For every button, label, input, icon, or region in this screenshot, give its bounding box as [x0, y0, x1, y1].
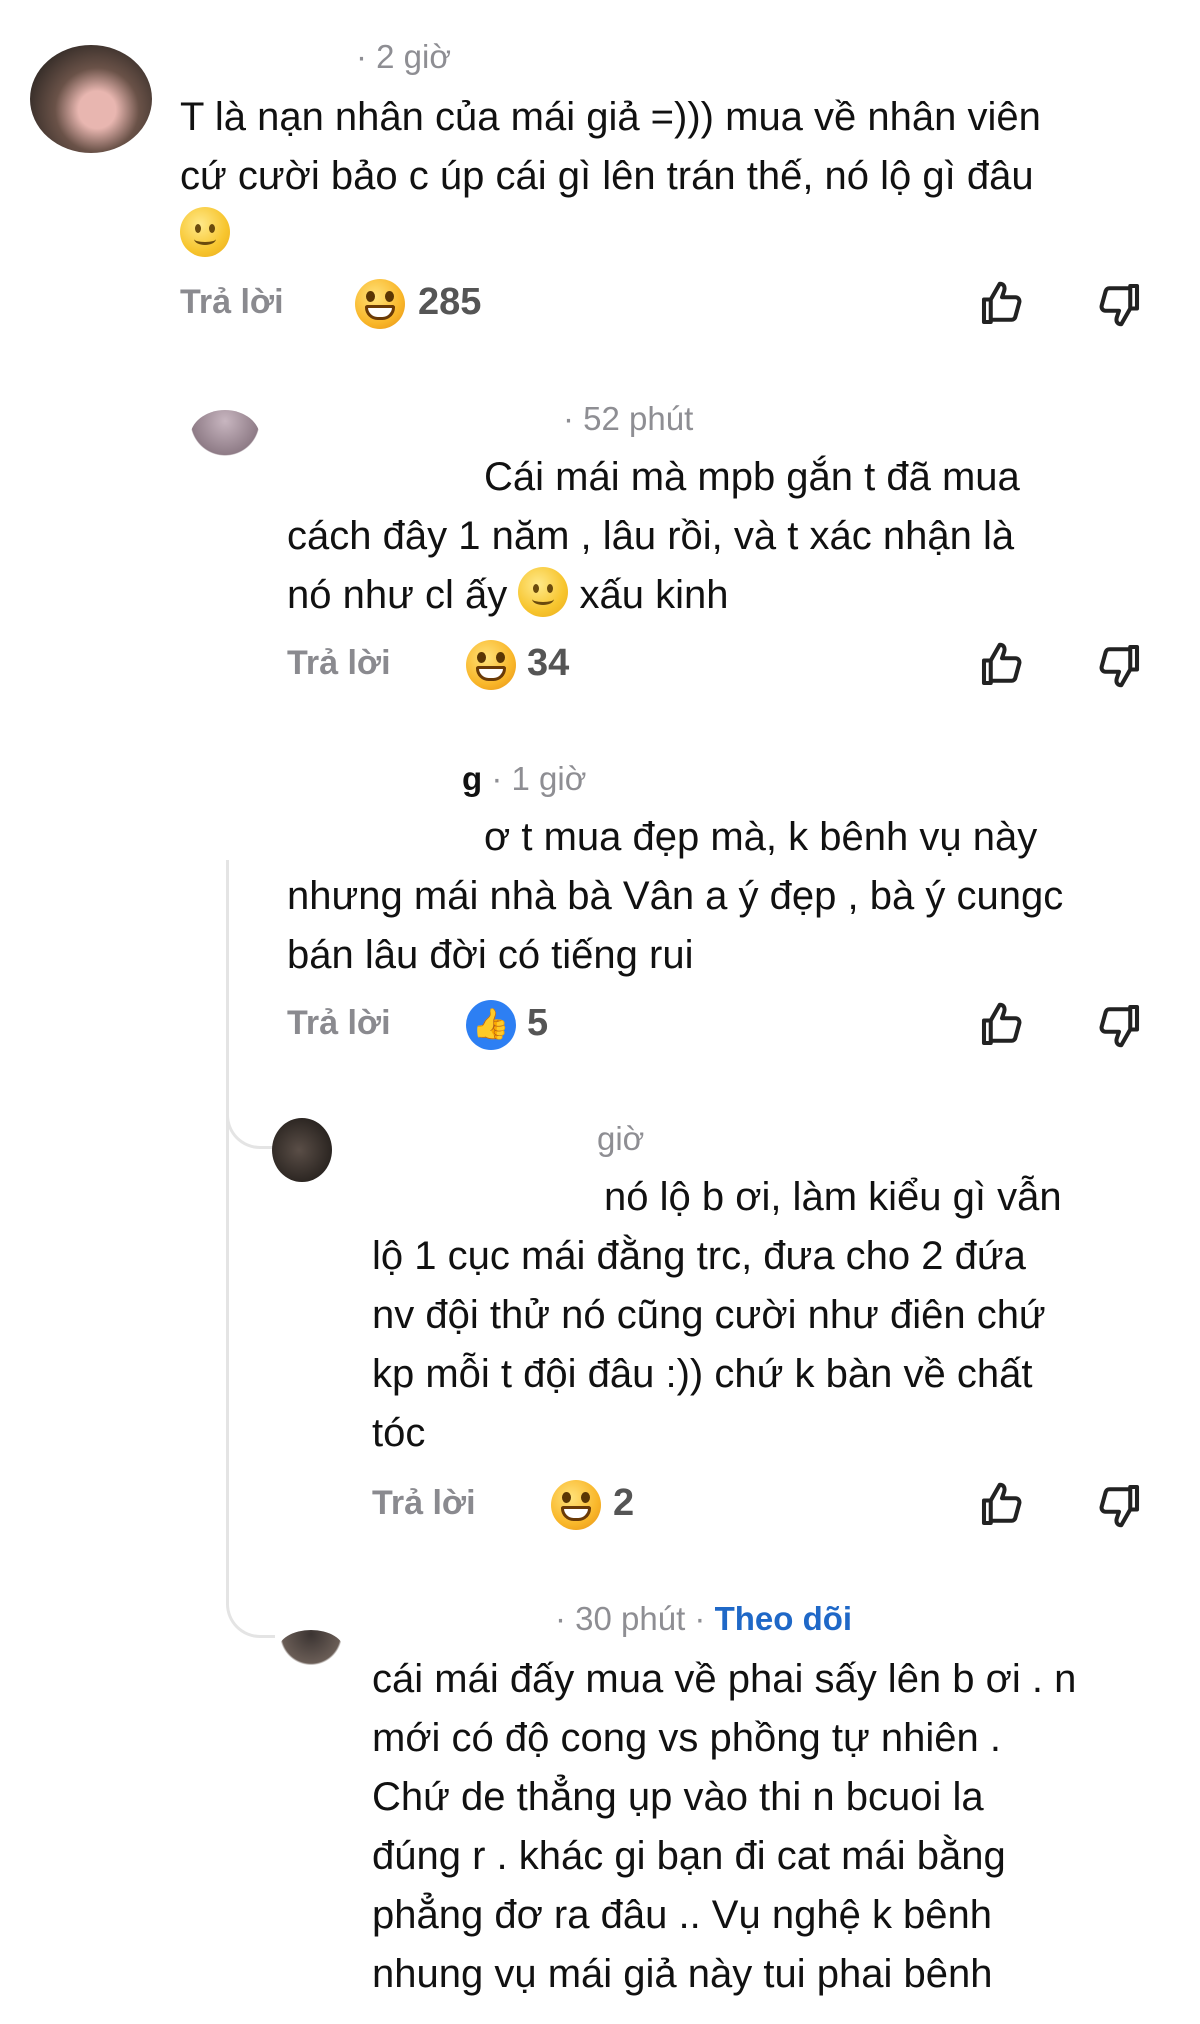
comment-time: · 2 giờ — [356, 38, 452, 75]
thread-line — [226, 860, 229, 1510]
avatar[interactable] — [190, 410, 260, 465]
comment-time: giờ — [597, 1120, 645, 1157]
thumbs-down-icon[interactable] — [1092, 638, 1146, 692]
thumbs-down-icon[interactable] — [1092, 998, 1146, 1052]
comment-text: nó lộ b ơi, làm kiểu gì vẫn lộ 1 cục mái… — [372, 1175, 1062, 1455]
avatar[interactable] — [272, 1118, 332, 1182]
follow-button[interactable]: Theo dõi — [715, 1600, 852, 1637]
reaction-count: 2 — [613, 1482, 635, 1524]
thumbs-up-icon[interactable] — [975, 998, 1029, 1052]
laugh-reaction-icon[interactable] — [466, 640, 516, 690]
comment-text: Cái mái mà mpb gắn t đã mua cách đây 1 n… — [287, 455, 1020, 617]
thumbs-up-icon[interactable] — [975, 277, 1029, 331]
avatar[interactable] — [30, 45, 152, 153]
laugh-reaction-icon[interactable] — [551, 1480, 601, 1530]
smile-emoji-icon — [180, 207, 230, 257]
reply-button[interactable]: Trả lời — [287, 644, 391, 683]
thumbs-up-icon[interactable] — [975, 638, 1029, 692]
like-reaction-icon[interactable]: 👍 — [466, 1000, 516, 1050]
reply-button[interactable]: Trả lời — [287, 1004, 391, 1043]
reaction-count: 5 — [527, 1002, 549, 1044]
laugh-reaction-icon[interactable] — [355, 279, 405, 329]
thumbs-up-icon[interactable] — [975, 1478, 1029, 1532]
comment-actions: Trả lời 👍 5 — [0, 996, 1200, 1056]
comment-text: T là nạn nhân của mái giả =))) mua về nh… — [180, 88, 1041, 265]
reply-button[interactable]: Trả lời — [180, 283, 284, 322]
comment-time: · 30 phút · Theo dõi — [555, 1600, 853, 1637]
smile-emoji-icon — [518, 567, 569, 617]
comment-time: g · 1 giờ — [462, 760, 587, 797]
thumbs-down-icon[interactable] — [1092, 1478, 1146, 1532]
avatar[interactable] — [278, 1630, 344, 1670]
thread-branch — [226, 1050, 275, 1149]
comment-actions: Trả lời 285 — [0, 275, 1200, 335]
comment-actions: Trả lời 34 — [0, 636, 1200, 696]
comment-text: ơ t mua đẹp mà, k bênh vụ này nhưng mái … — [287, 815, 1064, 977]
thumbs-down-icon[interactable] — [1092, 277, 1146, 331]
reaction-count: 34 — [527, 642, 570, 684]
comment-time: · 52 phút — [563, 400, 694, 437]
comment-text: cái mái đấy mua về phai sấy lên b ơi . n… — [372, 1657, 1077, 1996]
reaction-count: 285 — [418, 281, 482, 323]
reply-button[interactable]: Trả lời — [372, 1484, 476, 1523]
comment-actions: Trả lời 2 — [0, 1476, 1200, 1536]
